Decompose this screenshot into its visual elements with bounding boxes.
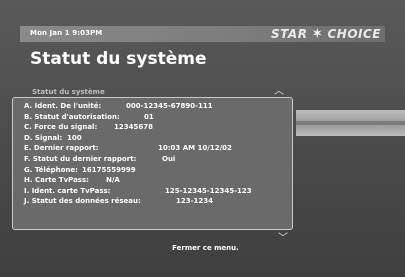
row-label: C. Force du signal:: [24, 123, 98, 132]
row-value: 100: [67, 133, 82, 142]
list-item: F. Statut du dernier rapport: Oui: [24, 154, 292, 165]
row-value: N/A: [106, 176, 120, 185]
list-item: J. Statut des données réseau: 123-1234: [24, 196, 292, 207]
row-label: B. Statut d'autorisation:: [24, 112, 120, 121]
side-pane-stripe: [296, 121, 405, 125]
close-menu-button[interactable]: Fermer ce menu.: [172, 244, 239, 252]
brand-text-right: CHOICE: [327, 27, 381, 41]
row-label: J. Statut des données réseau:: [24, 197, 141, 206]
brand-logo: STAR ✶ CHOICE: [271, 26, 381, 42]
row-value: 10:03 AM 10/12/02: [158, 144, 232, 153]
page-title: Statut du système: [30, 49, 207, 69]
row-value: 123-1234: [176, 197, 213, 206]
star-icon: ✶: [311, 26, 324, 42]
date-time: Mon Jan 1 9:03PM: [30, 29, 103, 37]
list-item: D. Signal: 100: [24, 133, 292, 144]
list-item: E. Dernier rapport: 10:03 AM 10/12/02: [24, 143, 292, 154]
footer: Fermer ce menu.: [0, 244, 405, 252]
row-value: 12345678: [114, 123, 153, 132]
row-value: 01: [144, 112, 154, 121]
panel-subheader: Statut du système: [32, 88, 105, 96]
chevron-up-icon[interactable]: ︿: [272, 86, 286, 98]
list-item: C. Force du signal: 12345678: [24, 122, 292, 133]
row-value: 16175559999: [82, 165, 136, 174]
row-label: H. Carte TvPass:: [24, 176, 89, 185]
list-item: A. Ident. De l'unité: 000-12345-67890-11…: [24, 101, 292, 112]
list-item: I. Ident. carte TvPass: 125-12345-12345-…: [24, 186, 292, 197]
row-label: D. Signal:: [24, 133, 63, 142]
side-pane-preview: [296, 110, 405, 136]
row-label: G. Téléphone:: [24, 165, 78, 174]
list-item: B. Statut d'autorisation: 01: [24, 112, 292, 123]
brand-text-left: STAR: [271, 27, 308, 41]
row-value: 125-12345-12345-123: [165, 186, 252, 195]
row-label: I. Ident. carte TvPass:: [24, 186, 111, 195]
row-value: Oui: [162, 154, 176, 163]
row-label: F. Statut du dernier rapport:: [24, 154, 137, 163]
tv-screen: Mon Jan 1 9:03PM STAR ✶ CHOICE Statut du…: [0, 0, 405, 277]
status-list: A. Ident. De l'unité: 000-12345-67890-11…: [24, 101, 292, 207]
list-item: G. Téléphone: 16175559999: [24, 165, 292, 176]
list-item: H. Carte TvPass: N/A: [24, 175, 292, 186]
row-label: A. Ident. De l'unité:: [24, 102, 102, 110]
row-label: E. Dernier rapport:: [24, 144, 99, 153]
row-value: 000-12345-67890-111: [126, 102, 213, 110]
